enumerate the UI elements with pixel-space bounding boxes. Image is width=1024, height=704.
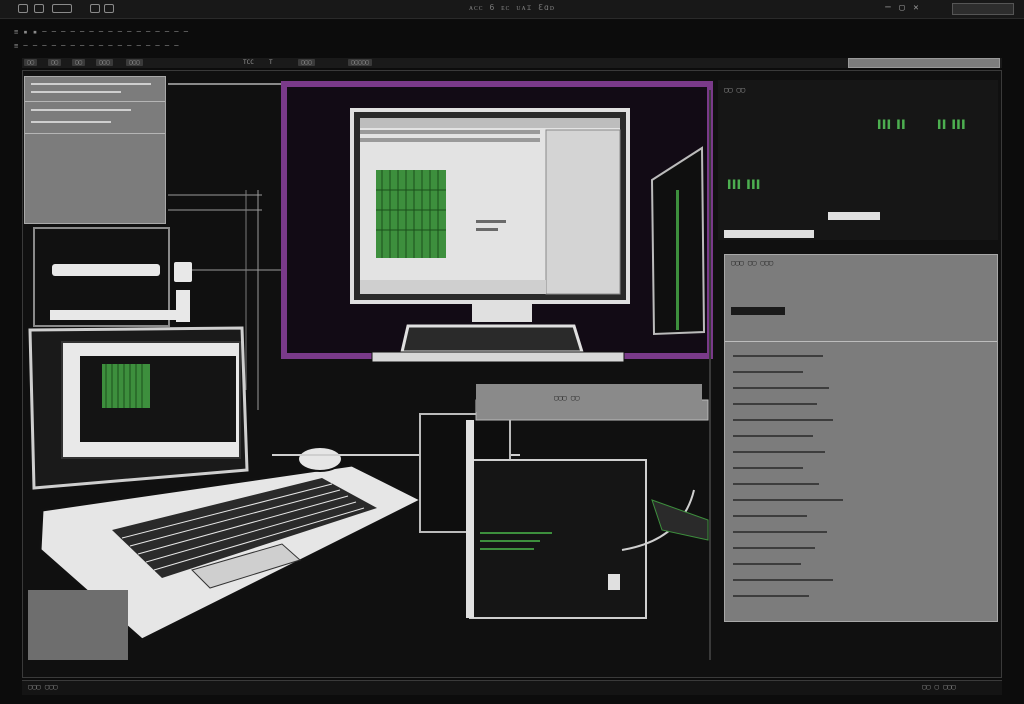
tool-button[interactable]: ▢▢ <box>72 59 86 66</box>
info-title: ▢▢ ▢▢ <box>724 86 746 94</box>
title-bar: ᴀᴄᴄ 6 ᴇᴄ ᴜᴀɪ Ɛɑᴅ ─ ▢ ✕ <box>0 0 1024 19</box>
inner-caption-bar: ▢▢▢ ▢▢ <box>476 384 702 412</box>
menu-row-1[interactable]: ≡ ▪ ▪ ─ ─ ─ ─ ─ ─ ─ ─ ─ ─ ─ ─ ─ ─ ─ ─ <box>14 28 188 36</box>
tool-button[interactable]: ▢▢▢▢▢ <box>348 59 373 66</box>
toolbar: ▢▢ ▢▢ ▢▢ ▢▢▢ ▢▢▢ TCC T ▢▢▢ ▢▢▢▢▢ <box>22 58 1002 68</box>
tool-button[interactable]: ▢▢▢ <box>298 59 315 66</box>
tool-button[interactable]: ▢▢ <box>24 59 38 66</box>
tool-button[interactable]: T <box>266 59 276 66</box>
restore-button[interactable]: ▢ <box>896 3 908 14</box>
dark-chip[interactable] <box>731 307 785 315</box>
tool-button[interactable]: TCC <box>240 59 257 66</box>
tool-button[interactable]: ▢▢▢ <box>126 59 143 66</box>
status-bar: ▢▢▢ ▢▢▢ ▢▢ ▢ ▢▢▢ <box>22 680 1002 695</box>
tool-button[interactable]: ▢▢▢ <box>96 59 113 66</box>
status-left: ▢▢▢ ▢▢▢ <box>28 683 58 691</box>
text-field[interactable] <box>724 230 814 238</box>
list-header: ▢▢▢ ▢▢ ▢▢▢ <box>731 259 774 267</box>
green-row: ▌▌ ▌▌▌ <box>938 120 967 129</box>
status-right: ▢▢ ▢ ▢▢▢ <box>922 683 956 691</box>
menu-row-2[interactable]: ≡ ─ ─ ─ ─ ─ ─ ─ ─ ─ ─ ─ ─ ─ ─ ─ ─ ─ <box>14 42 179 50</box>
tool-button[interactable]: ▢▢ <box>48 59 62 66</box>
minimize-button[interactable]: ─ <box>882 3 894 14</box>
window-title: ᴀᴄᴄ 6 ᴇᴄ ᴜᴀɪ Ɛɑᴅ <box>468 3 556 12</box>
green-row: ▌▌▌ ▌▌ <box>878 120 907 129</box>
close-button[interactable]: ✕ <box>910 3 922 14</box>
search-input[interactable] <box>848 58 1000 68</box>
account-button[interactable] <box>952 3 1014 15</box>
inner-caption: ▢▢▢ ▢▢ <box>554 394 580 402</box>
green-row: ▌▌▌ ▌▌▌ <box>728 180 762 189</box>
small-button[interactable] <box>828 212 880 220</box>
list-panel[interactable]: ▢▢▢ ▢▢ ▢▢▢ <box>724 254 998 622</box>
info-panel: ▢▢ ▢▢ ▌▌▌ ▌▌ ▌▌ ▌▌▌ ▌▌▌ ▌▌▌ <box>718 80 998 240</box>
